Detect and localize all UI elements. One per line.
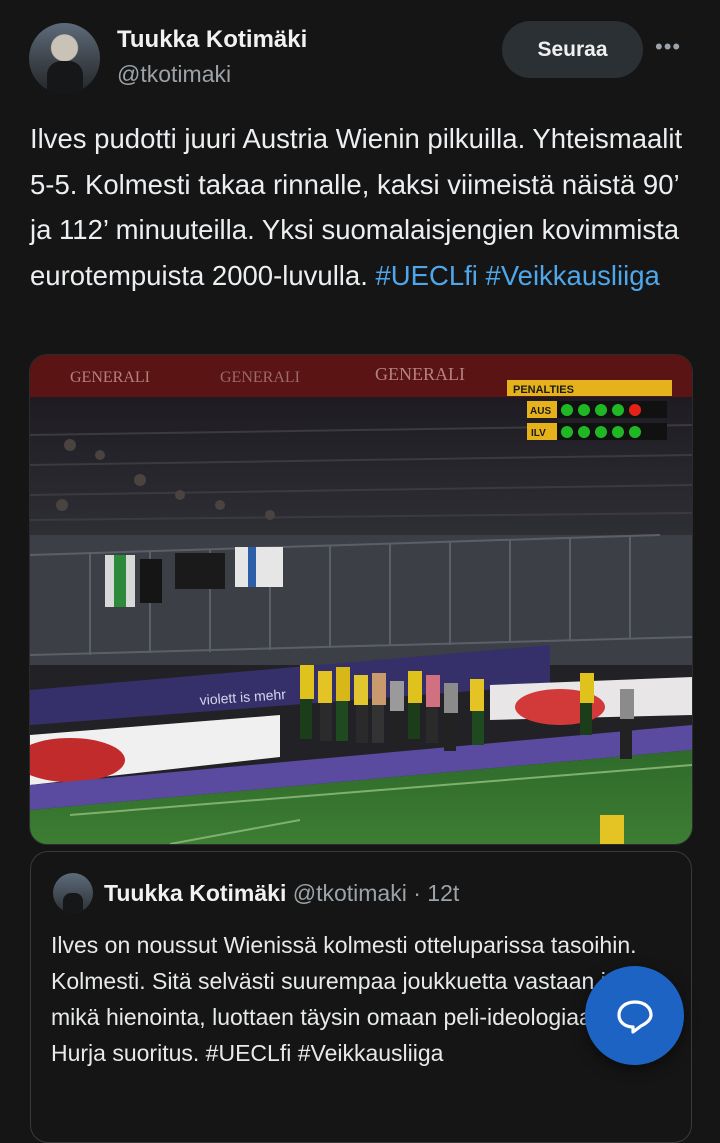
quoted-hashtags: #UECLfi #Veikkausliiga xyxy=(205,1040,444,1066)
penalty-scored-dot xyxy=(595,404,607,416)
penalty-scored-dot xyxy=(561,404,573,416)
quoted-author-name: Tuukka Kotimäki xyxy=(104,880,287,906)
tweet-media-image[interactable]: GENERALI GENERALI GENERALI violett is me… xyxy=(29,354,693,845)
penalty-scored-dot xyxy=(561,426,573,438)
penalty-scored-dot xyxy=(612,404,624,416)
sponsor-text: GENERALI xyxy=(220,369,300,386)
quoted-tweet-header: Tuukka Kotimäki @tkotimaki · 12t xyxy=(104,880,460,906)
scoreboard-title: PENALTIES xyxy=(513,384,574,396)
team-code: ILV xyxy=(531,428,546,439)
quoted-author-handle: @tkotimaki xyxy=(292,880,407,906)
speech-bubble-icon xyxy=(616,999,653,1034)
penalty-scored-dot xyxy=(595,426,607,438)
penalty-scored-dot xyxy=(578,404,590,416)
compose-reply-button[interactable] xyxy=(585,966,684,1065)
follow-button[interactable]: Seuraa xyxy=(502,21,643,78)
penalty-scored-dot xyxy=(578,426,590,438)
author-handle[interactable]: @tkotimaki xyxy=(117,61,231,88)
penalties-scoreboard: PENALTIES AUS ILV xyxy=(507,380,672,440)
sponsor-text: GENERALI xyxy=(375,364,465,384)
author-name[interactable]: Tuukka Kotimäki xyxy=(117,26,307,54)
more-horizontal-icon[interactable]: ••• xyxy=(655,34,681,60)
team-code: AUS xyxy=(530,406,551,417)
sponsor-text: GENERALI xyxy=(70,369,150,386)
hashtag-link[interactable]: #Veikkausliiga xyxy=(486,260,660,291)
tweet-text: Ilves pudotti juuri Austria Wienin pilku… xyxy=(30,116,700,298)
avatar[interactable] xyxy=(53,873,93,913)
penalty-scored-dot xyxy=(612,426,624,438)
hashtag-link[interactable]: #UECLfi xyxy=(375,260,477,291)
quoted-tweet-text: Ilves on noussut Wienissä kolmesti ottel… xyxy=(51,927,651,1071)
penalty-scored-dot xyxy=(629,426,641,438)
penalty-missed-dot xyxy=(629,404,641,416)
avatar[interactable] xyxy=(29,23,100,94)
quoted-timestamp: 12t xyxy=(427,880,460,906)
